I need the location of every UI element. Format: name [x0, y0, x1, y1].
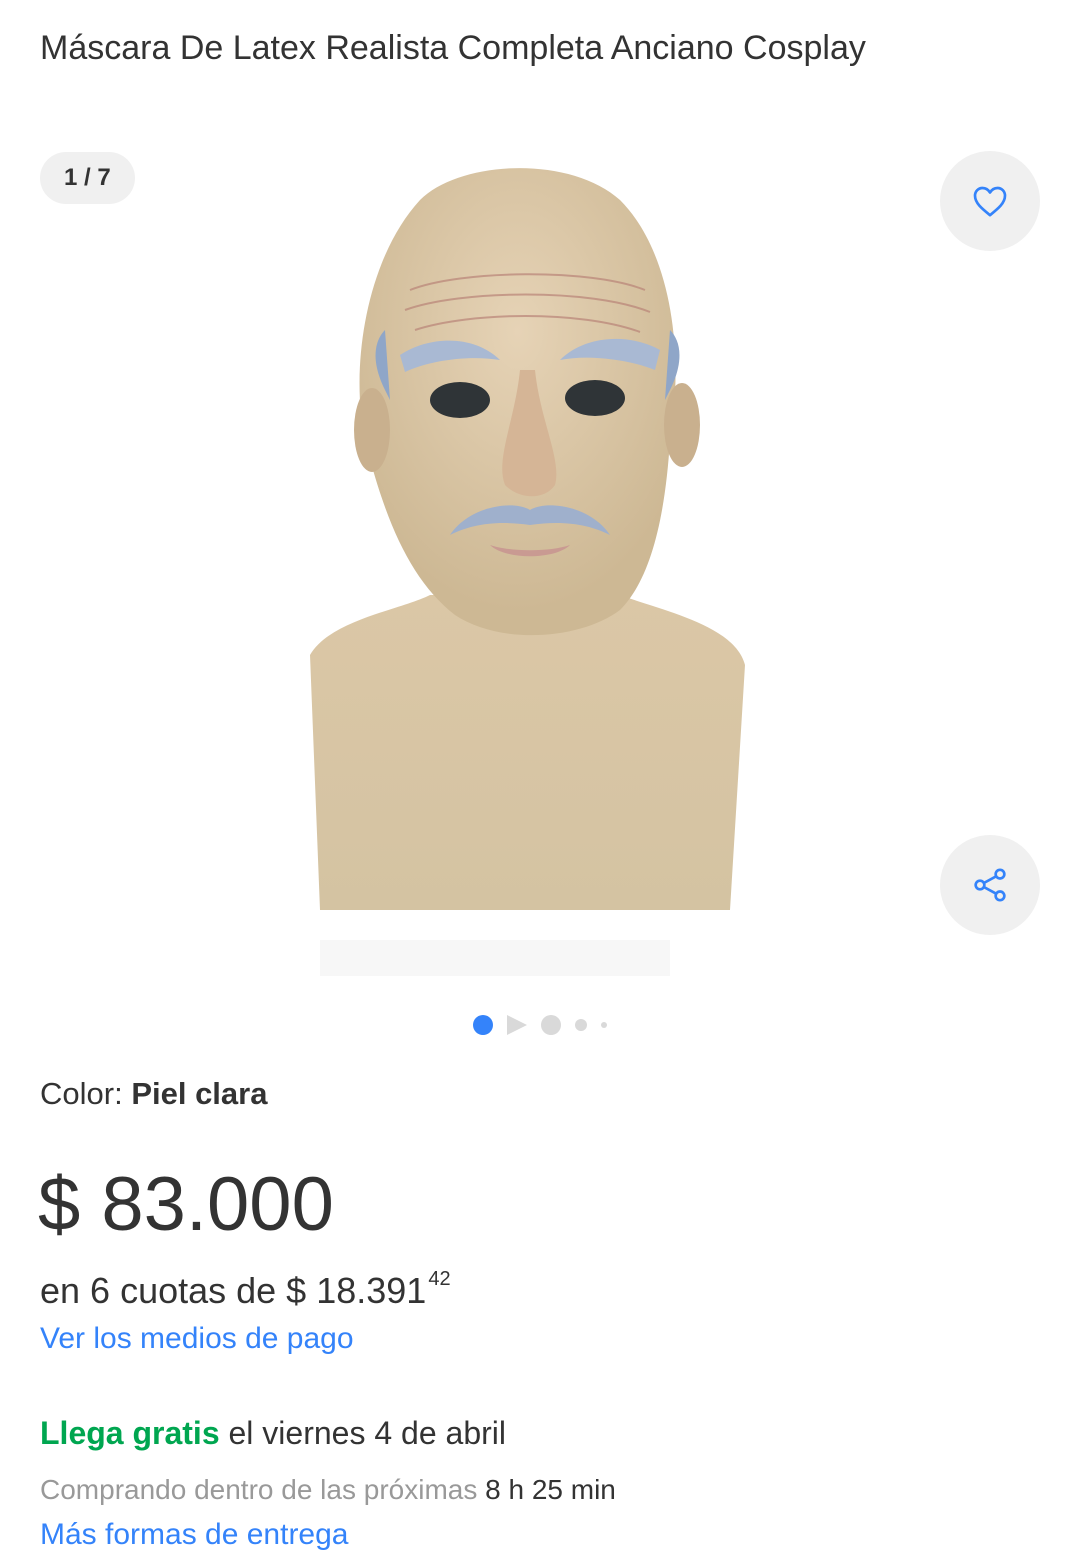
color-value: Piel clara — [131, 1076, 268, 1111]
play-icon[interactable] — [507, 1015, 527, 1035]
product-image[interactable] — [290, 140, 790, 980]
delivery-date: el viernes 4 de abril — [219, 1415, 506, 1451]
more-delivery-options-link[interactable]: Más formas de entrega — [40, 1518, 348, 1552]
favorite-button[interactable] — [940, 151, 1040, 251]
gallery-pagination — [0, 1008, 1080, 1042]
share-button[interactable] — [940, 835, 1040, 935]
color-variant: Color: Piel clara — [40, 1076, 267, 1112]
delivery-info: Llega gratis el viernes 4 de abril — [40, 1412, 506, 1454]
pagination-dot[interactable] — [601, 1022, 607, 1028]
payment-methods-link[interactable]: Ver los medios de pago — [40, 1322, 354, 1356]
share-icon — [974, 868, 1006, 902]
delivery-window-time: 8 h 25 min — [485, 1474, 616, 1505]
delivery-window-text: Comprando dentro de las próximas — [40, 1474, 486, 1505]
pagination-dot-active[interactable] — [473, 1015, 493, 1035]
color-label: Color: — [40, 1076, 132, 1111]
image-counter: 1 / 7 — [40, 152, 135, 204]
pagination-dot[interactable] — [541, 1015, 561, 1035]
installments: en 6 cuotas de $ 18.391 42 — [40, 1257, 451, 1313]
pagination-dot[interactable] — [575, 1019, 587, 1031]
delivery-window: Comprando dentro de las próximas 8 h 25 … — [40, 1472, 616, 1508]
heart-icon — [973, 186, 1007, 217]
installments-cents: 42 — [428, 1268, 451, 1290]
price: $ 83.000 — [38, 1162, 334, 1247]
product-title: Máscara De Latex Realista Completa Ancia… — [40, 29, 866, 67]
installments-text: en 6 cuotas de $ 18.391 — [40, 1270, 427, 1311]
product-gallery[interactable]: 1 / 7 — [0, 120, 1080, 1000]
free-shipping-label: Llega gratis — [40, 1415, 220, 1451]
